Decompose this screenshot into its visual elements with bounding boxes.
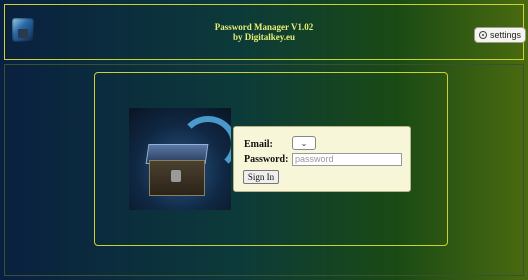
app-background: Password Manager V1.02 by Digitalkey.eu … [0, 0, 528, 280]
settings-button[interactable]: settings [474, 27, 526, 43]
padlock-icon [171, 170, 181, 182]
chevron-down-icon: ⌄ [300, 138, 308, 148]
app-title: Password Manager V1.02 by Digitalkey.eu [0, 22, 528, 42]
email-select[interactable]: ⌄ [292, 136, 316, 150]
password-label: Password: [244, 154, 289, 165]
app-title-line1: Password Manager V1.02 [214, 22, 314, 32]
login-form: Email: ⌄ Password: password Sign In [233, 126, 411, 192]
hero-image [129, 108, 231, 210]
password-field[interactable]: password [292, 153, 402, 166]
email-label: Email: [244, 139, 273, 150]
app-title-line2: by Digitalkey.eu [232, 32, 295, 42]
sign-in-button[interactable]: Sign In [243, 170, 279, 184]
gear-icon [478, 31, 487, 39]
settings-label: settings [489, 30, 522, 40]
